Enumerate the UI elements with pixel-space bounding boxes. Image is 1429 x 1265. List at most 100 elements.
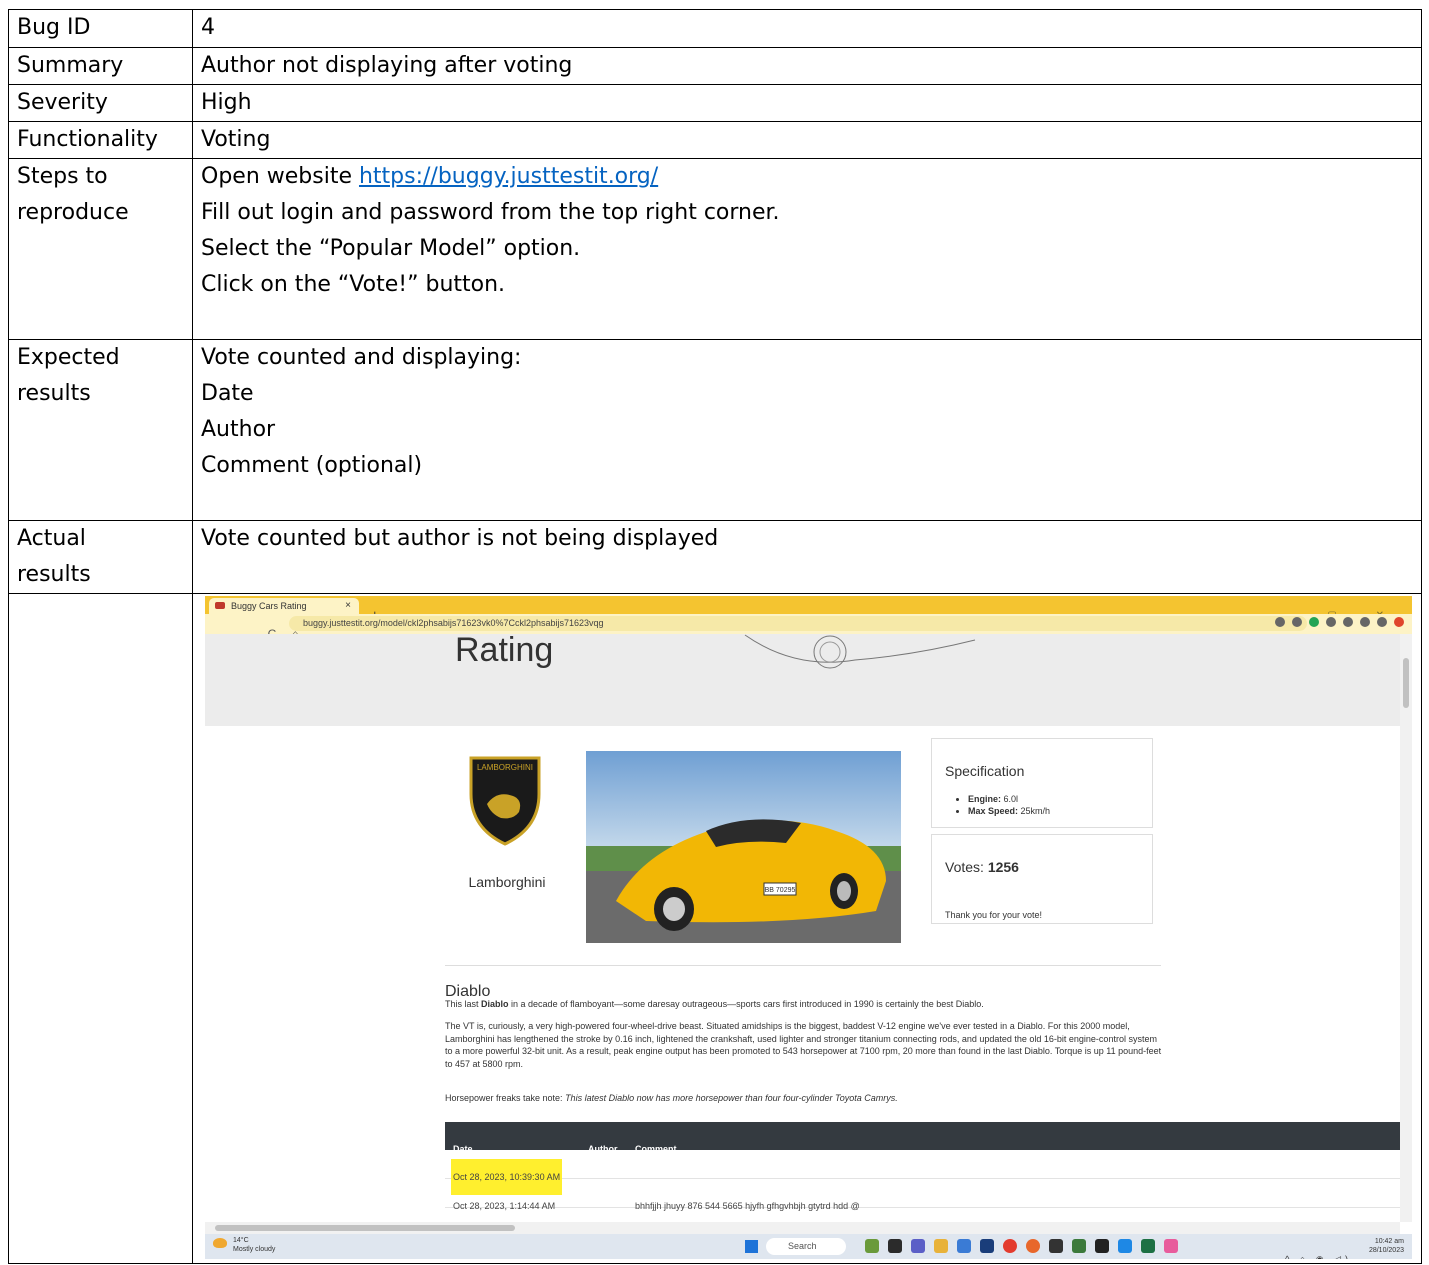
browser-tab[interactable]: Buggy Cars Rating × xyxy=(209,598,359,614)
screenshot-label-cell xyxy=(8,593,193,1264)
taskbar-apps xyxy=(865,1239,1178,1253)
puzzle-icon[interactable] xyxy=(1360,617,1370,627)
weather-icon xyxy=(213,1238,227,1248)
divider xyxy=(445,965,1161,966)
functionality-value: Voting xyxy=(192,121,1422,159)
vertical-scrollbar[interactable] xyxy=(1400,634,1412,1222)
spec-engine: Engine: 6.0l xyxy=(968,793,1152,805)
expected-line-1: Vote counted and displaying: xyxy=(201,345,522,370)
para1-text-c: in a decade of flamboyant—some daresay o… xyxy=(508,999,984,1009)
description-para-1: This last Diablo in a decade of flamboya… xyxy=(445,998,1165,1011)
expected-label-line1: Expected xyxy=(17,345,120,370)
extensions-toolbar xyxy=(1275,617,1404,627)
terminal-icon[interactable] xyxy=(1049,1239,1063,1253)
steps-value: Open website https://buggy.justtestit.or… xyxy=(192,158,1422,340)
license-plate: BB 70295 xyxy=(765,887,796,894)
car-photo: BB 70295 xyxy=(586,751,901,943)
description-para-3: Horsepower freaks take note: This latest… xyxy=(445,1092,1165,1105)
actual-label-line1: Actual xyxy=(17,526,86,551)
firefox-icon[interactable] xyxy=(1026,1239,1040,1253)
app-icon[interactable] xyxy=(980,1239,994,1253)
sidebar-icon[interactable] xyxy=(1377,617,1387,627)
vote-thanks: Thank you for your vote! xyxy=(945,910,1043,920)
expected-label-line2: results xyxy=(17,381,91,406)
row-date: Oct 28, 2023, 1:14:44 AM xyxy=(453,1201,556,1211)
scroll-thumb[interactable] xyxy=(1403,658,1409,708)
table-row: Oct 28, 2023, 10:39:30 AM xyxy=(445,1150,1400,1195)
votes-table: Date Author Comment Oct 28, 2023, 10:39:… xyxy=(445,1122,1400,1211)
step-2: Fill out login and password from the top… xyxy=(201,200,780,225)
star-icon[interactable] xyxy=(1292,617,1302,627)
row-actual: Actual results Vote counted but author i… xyxy=(8,520,1422,594)
windows-taskbar: 14°C Mostly cloudy Search ^ ⌂ ◉ ◁) 10:42… xyxy=(205,1234,1412,1259)
lamborghini-logo: LAMBORGHINI xyxy=(469,756,541,846)
para3-italic: This latest Diablo now has more horsepow… xyxy=(565,1093,898,1103)
extension-icon[interactable] xyxy=(1309,617,1319,627)
address-bar-row: ← → C ⌂ buggy.justtestit.org/model/ckl2p… xyxy=(205,614,1412,641)
excel-icon[interactable] xyxy=(1141,1239,1155,1253)
tab-title: Buggy Cars Rating xyxy=(231,601,307,611)
tab-close-icon[interactable]: × xyxy=(345,598,351,614)
bug-id-label: Bug ID xyxy=(8,9,193,48)
steps-label-line2: reproduce xyxy=(17,200,129,225)
votes-table-header: Date Author Comment xyxy=(445,1122,1400,1154)
spec-speed: Max Speed: 25km/h xyxy=(968,805,1152,817)
notion-icon[interactable] xyxy=(1095,1239,1109,1253)
brand-name: Lamborghini xyxy=(468,874,546,890)
windows-start-icon[interactable] xyxy=(745,1240,758,1253)
votes-count: 1256 xyxy=(987,859,1019,875)
scroll-thumb[interactable] xyxy=(215,1225,515,1231)
weather-widget[interactable]: 14°C Mostly cloudy xyxy=(211,1236,275,1254)
row-bug-id: Bug ID 4 xyxy=(8,9,1422,48)
app-icon[interactable] xyxy=(1072,1239,1086,1253)
steps-label: Steps to reproduce xyxy=(8,158,193,340)
website-link[interactable]: https://buggy.justtestit.org/ xyxy=(359,164,658,189)
spec-list: Engine: 6.0l Max Speed: 25km/h xyxy=(932,793,1152,817)
taskbar-search[interactable]: Search xyxy=(766,1238,846,1255)
app-icon[interactable] xyxy=(1164,1239,1178,1253)
logo-text: LAMBORGHINI xyxy=(477,763,533,772)
spec-engine-label: Engine: xyxy=(968,794,1001,804)
actual-label-line2: results xyxy=(17,562,91,587)
spec-speed-label: Max Speed: xyxy=(968,806,1019,816)
actual-label: Actual results xyxy=(8,520,193,594)
summary-label: Summary xyxy=(8,47,193,85)
expected-line-4: Comment (optional) xyxy=(201,453,423,478)
screenshot-cell: Buggy Cars Rating × + ⌄ – ▢ ✕ ← → C ⌂ bu… xyxy=(192,593,1422,1264)
horizontal-scrollbar[interactable] xyxy=(205,1222,1400,1234)
step-1: Open website https://buggy.justtestit.or… xyxy=(201,159,1421,195)
app-icon[interactable] xyxy=(888,1239,902,1253)
app-icon[interactable] xyxy=(865,1239,879,1253)
chrome-icon[interactable] xyxy=(1003,1239,1017,1253)
votes-label: Votes: xyxy=(945,859,984,875)
banner-title: Rating xyxy=(455,634,554,669)
summary-value: Author not displaying after voting xyxy=(192,47,1422,85)
app-icon[interactable] xyxy=(957,1239,971,1253)
para1-text-a: This last xyxy=(445,999,482,1009)
severity-value: High xyxy=(192,84,1422,122)
votes-card: Votes: 1256 Thank you for your vote! xyxy=(931,834,1153,924)
table-row: Oct 28, 2023, 1:14:44 AM bhhfjjh jhuyy 8… xyxy=(445,1179,1400,1211)
vscode-icon[interactable] xyxy=(1118,1239,1132,1253)
folder-icon[interactable] xyxy=(934,1239,948,1253)
expected-line-2: Date xyxy=(201,381,254,406)
app-icon[interactable] xyxy=(911,1239,925,1253)
page-banner: Rating xyxy=(205,634,1400,726)
extension-icon[interactable] xyxy=(1343,617,1353,627)
clock-time: 10:42 am xyxy=(1374,1238,1404,1245)
spec-speed-value: 25km/h xyxy=(1020,806,1051,816)
clock-date: 28/10/2023 xyxy=(1368,1247,1404,1254)
share-icon[interactable] xyxy=(1275,617,1285,627)
taskbar-clock[interactable]: 10:42 am 28/10/2023 xyxy=(1369,1237,1404,1255)
browser-screenshot: Buggy Cars Rating × + ⌄ – ▢ ✕ ← → C ⌂ bu… xyxy=(205,596,1412,1259)
steps-label-line1: Steps to xyxy=(17,164,108,189)
description-para-2: The VT is, curiously, a very high-powere… xyxy=(445,1021,1162,1069)
url-field[interactable]: buggy.justtestit.org/model/ckl2phsabijs7… xyxy=(289,616,1307,631)
step-3: Select the “Popular Model” option. xyxy=(201,236,581,261)
profile-avatar[interactable] xyxy=(1394,617,1404,627)
bug-report-table: Bug ID 4 Summary Author not displaying a… xyxy=(8,9,1422,1264)
extension-icon[interactable] xyxy=(1326,617,1336,627)
step-1-text: Open website xyxy=(201,164,359,189)
functionality-label: Functionality xyxy=(8,121,193,159)
system-tray[interactable]: ^ ⌂ ◉ ◁) xyxy=(1285,1241,1352,1259)
